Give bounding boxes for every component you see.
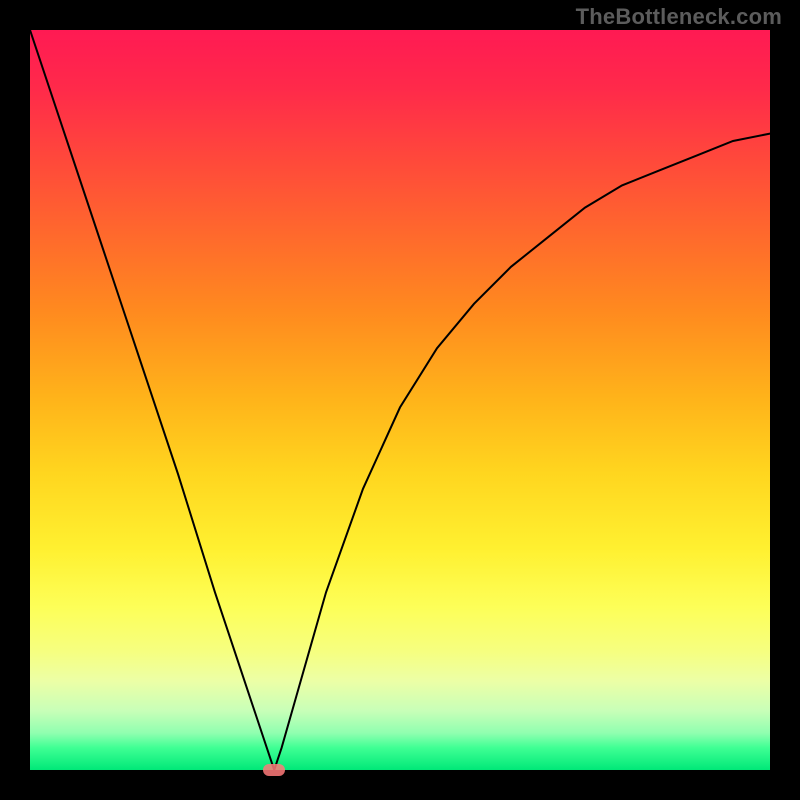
plot-area xyxy=(30,30,770,770)
watermark-text: TheBottleneck.com xyxy=(576,4,782,30)
bottleneck-curve xyxy=(30,30,770,770)
chart-frame: TheBottleneck.com xyxy=(0,0,800,800)
optimum-marker xyxy=(263,764,285,776)
